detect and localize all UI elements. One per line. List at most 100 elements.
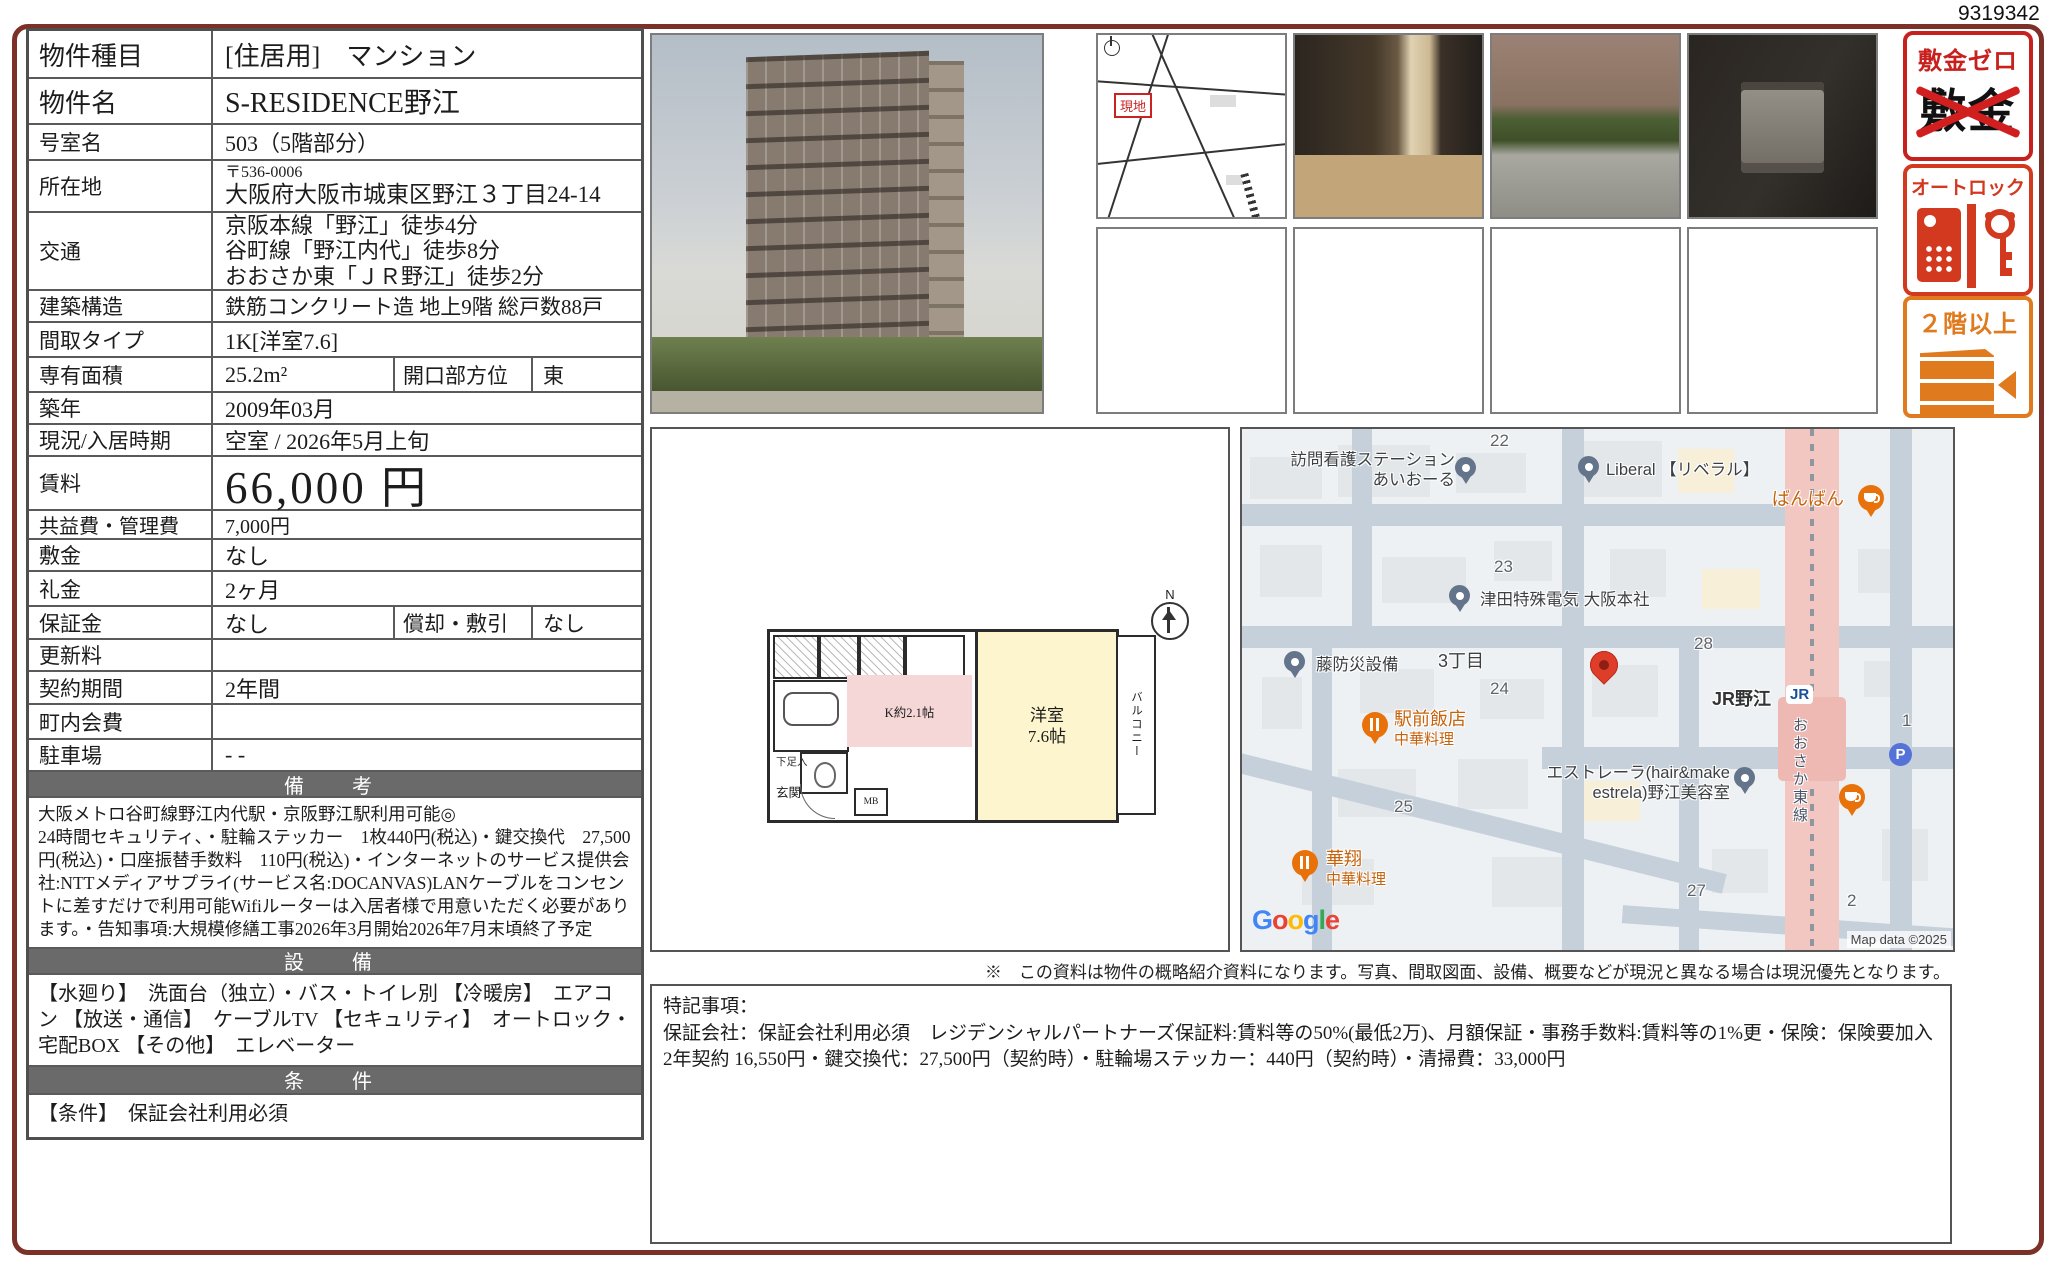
thumbnail-walkway	[1490, 33, 1681, 219]
floorplan-drawing: 下足入 玄関 MB K約2.1帖 洋室7.6帖 バルコニー	[767, 629, 1165, 817]
block-number: 22	[1490, 431, 1509, 451]
property-table: 物件種目 [住居用] マンション 物件名 S-RESIDENCE野江 号室名 5…	[26, 28, 644, 1140]
empty-thumbnail	[1293, 227, 1484, 414]
block-number: 23	[1494, 557, 1513, 577]
special-notes-text: 保証会社：保証会社利用必須 レジデンシャルパートナーズ保証料:賃料等の50%(最…	[663, 1021, 1939, 1074]
cafe-pin-icon	[1839, 784, 1865, 810]
equipment-text: 【水廻り】 洗面台（独立）・バス・トイレ別 【冷暖房】 エアコン 【放送・通信】…	[29, 973, 641, 1065]
block-number: 2	[1847, 891, 1856, 911]
table-row: 物件名 S-RESIDENCE野江	[29, 77, 641, 123]
badge-second-floor: ２階以上	[1903, 296, 2033, 418]
table-row: 間取タイプ 1K[洋室7.6]	[29, 321, 641, 356]
table-row: 建築構造 鉄筋コンクリート造 地上9階 総戸数88戸	[29, 289, 641, 321]
empty-thumbnail	[1687, 227, 1878, 414]
bathtub-icon	[783, 692, 839, 726]
table-row: 共益費・管理費 7,000円	[29, 509, 641, 538]
poi-label: 訪問看護ステーションあいおーる	[1250, 451, 1455, 491]
rent-amount: 66,000 円	[213, 457, 641, 509]
cafe-pin-icon	[1858, 485, 1884, 511]
special-notes-title: 特記事項：	[663, 994, 1939, 1021]
table-row: 町内会費	[29, 703, 641, 738]
poi-label: 藤防災設備	[1316, 656, 1399, 676]
key-icon	[1979, 206, 2021, 290]
section-header-equipment: 設 備	[29, 947, 641, 973]
sink-box	[819, 635, 859, 679]
poi-pin-icon	[1449, 585, 1470, 606]
table-row-area: 専有面積 25.2m² 開口部方位 東	[29, 356, 641, 391]
table-row: 更新料	[29, 638, 641, 670]
room-area: 洋室7.6帖	[975, 629, 1119, 823]
google-logo: Google	[1252, 905, 1339, 936]
property-flyer: 9319342 物件種目 [住居用] マンション 物件名 S-RESIDENCE…	[0, 0, 2056, 1265]
section-header-remarks: 備 考	[29, 770, 641, 796]
floorplan-panel: N 下足入 玄関 MB K約2.1帖 洋室7.6帖 バルコニー	[650, 427, 1230, 952]
block-number: 28	[1694, 634, 1713, 654]
poi-label: ばんばん	[1772, 489, 1844, 511]
rail-line-label: おおさか東線	[1790, 717, 1808, 825]
poi-label: 津田特殊電気 大阪本社	[1480, 591, 1650, 611]
closet-box	[905, 635, 965, 679]
road	[1562, 429, 1584, 950]
conditions-text: 【条件】 保証会社利用必須	[29, 1093, 641, 1137]
thumbnail-mailbox	[1687, 33, 1878, 219]
poi-pin-icon	[1284, 651, 1305, 672]
table-row: 駐車場 - -	[29, 738, 641, 770]
station-shape	[1778, 697, 1846, 781]
north-arrow-icon	[1104, 40, 1120, 56]
postal-code: 〒536-0006	[225, 165, 641, 182]
badge-no-deposit: 敷金ゼロ 敷金	[1903, 31, 2033, 161]
restaurant-pin-icon	[1362, 712, 1388, 738]
table-row-address: 所在地 〒536-0006 大阪府大阪市城東区野江３丁目24-14	[29, 159, 641, 211]
access-line: おおさか東「ＪＲ野江」徒歩2分	[225, 264, 641, 290]
meter-box-label: MB	[854, 788, 888, 816]
poi-pin-icon	[1734, 767, 1755, 788]
block-number: 24	[1490, 679, 1509, 699]
table-row: 礼金 2ヶ月	[29, 570, 641, 605]
storage-box	[859, 635, 905, 679]
cross-icon: 敷金	[1918, 80, 2018, 142]
thumbnail-map-sketch: 現地	[1096, 33, 1287, 219]
poi-label: 駅前飯店中華料理	[1394, 709, 1466, 749]
sketch-railway	[1240, 173, 1261, 219]
block-number: 25	[1394, 797, 1413, 817]
parking-icon: P	[1889, 743, 1912, 766]
section-header-conditions: 条 件	[29, 1065, 641, 1093]
station-label: JR野江	[1712, 689, 1771, 711]
access-line: 京阪本線「野江」徒歩4分	[225, 213, 641, 239]
washer-box	[773, 635, 819, 679]
entrance-label: 玄関	[776, 782, 801, 801]
table-row: 物件種目 [住居用] マンション	[29, 31, 641, 77]
document-id: 9319342	[1958, 2, 2040, 26]
access-line: 谷町線「野江内代」徒歩8分	[225, 238, 641, 264]
district-label: 3丁目	[1438, 651, 1484, 673]
poi-pin-icon	[1578, 456, 1599, 477]
map-attribution: Map data ©2025	[1847, 931, 1951, 948]
photo-road	[652, 391, 1042, 412]
photo-hedge	[652, 337, 1042, 394]
road	[1242, 504, 1802, 526]
table-row: 築年 2009年03月	[29, 391, 641, 423]
door-arc	[800, 784, 835, 819]
main-photo	[650, 33, 1044, 414]
kitchen-area: K約2.1帖	[847, 675, 972, 747]
table-row: 契約期間 2年間	[29, 670, 641, 703]
block-number: 1	[1902, 711, 1911, 731]
table-row-access: 交通 京阪本線「野江」徒歩4分 谷町線「野江内代」徒歩8分 おおさか東「ＪＲ野江…	[29, 211, 641, 289]
jr-logo: JR	[1786, 685, 1813, 704]
bathroom-box	[773, 680, 849, 752]
poi-label: Liberal 【リベラル】	[1606, 461, 1759, 481]
table-row-deposit: 保証金 なし 償却・敷引 なし	[29, 605, 641, 638]
table-row: 敷金 なし	[29, 538, 641, 570]
restaurant-pin-icon	[1292, 850, 1318, 876]
road	[1890, 429, 1912, 950]
shoe-storage-label: 下足入	[776, 754, 808, 769]
empty-thumbnail	[1490, 227, 1681, 414]
remarks-text: 大阪メトロ谷町線野江内代駅・京阪野江駅利用可能◎ 24時間セキュリティ、・駐輪ス…	[29, 796, 641, 947]
thumbnail-entrance	[1293, 33, 1484, 219]
intercom-icon	[1917, 208, 1961, 282]
address: 大阪府大阪市城東区野江３丁目24-14	[225, 182, 641, 207]
road	[1242, 626, 1953, 648]
building-icon	[1920, 343, 2016, 417]
disclaimer: ※ この資料は物件の概略紹介資料になります。写真、間取図面、設備、概要などが現況…	[650, 958, 1950, 983]
photo-building	[746, 51, 929, 359]
